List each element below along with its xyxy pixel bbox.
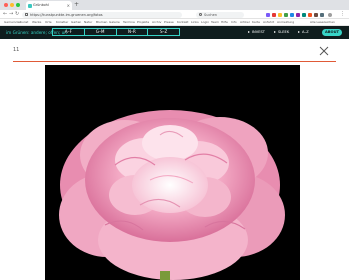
back-arrow-icon[interactable]: ← [3, 10, 7, 19]
letter-range-g-m[interactable]: G–M [85, 29, 117, 35]
letter-range-n-r[interactable]: N–R [117, 29, 149, 35]
bookmark-item[interactable]: Team [211, 19, 219, 26]
address-bar[interactable]: https://kunstpunkte-im-gruenen.org/fotos [22, 11, 182, 18]
extension-icon[interactable] [266, 12, 270, 17]
bookmark-item[interactable]: Info [231, 19, 237, 26]
browser-tab[interactable]: Grünkohl × [26, 1, 72, 10]
new-tab-icon[interactable]: + [74, 0, 79, 10]
bookmark-item[interactable]: Anfahrt [263, 19, 274, 26]
bookmark-item[interactable]: Künstler [56, 19, 68, 26]
extension-icon[interactable] [314, 12, 318, 17]
profile-avatar[interactable] [328, 12, 332, 17]
play-icon [298, 30, 300, 33]
az-label: A–Z [302, 29, 309, 34]
letter-range-nav: A–F G–M N–R S–Z [52, 28, 180, 36]
browser-menu-icon[interactable]: ⋮ [340, 10, 345, 19]
reload-icon[interactable]: ↻ [15, 10, 19, 19]
extension-icon[interactable] [308, 12, 312, 17]
peony-illustration [59, 110, 285, 280]
bookmark-item[interactable]: Galerie [109, 19, 120, 26]
bookmark-item[interactable]: Login [201, 19, 209, 26]
lock-icon [25, 13, 28, 16]
bookmark-item[interactable]: Karte [252, 19, 260, 26]
browser-search-input[interactable]: Suchen [196, 11, 244, 18]
extension-icon[interactable] [320, 12, 324, 17]
bookmark-item[interactable]: Natur [84, 19, 92, 26]
invest-label: INVEST [252, 29, 265, 34]
tab-favicon-icon [28, 3, 32, 8]
bookmark-item[interactable]: Presse [164, 19, 174, 26]
invest-button[interactable]: INVEST [248, 29, 265, 36]
bookmark-item[interactable]: Blumen [96, 19, 107, 26]
close-icon[interactable] [318, 45, 330, 57]
url-text: https://kunstpunkte-im-gruenen.org/fotos [30, 12, 103, 17]
play-icon [248, 30, 250, 33]
bookmark-item[interactable]: Alle Lesezeichen [310, 19, 335, 26]
bookmark-item[interactable]: Hilfe [221, 19, 228, 26]
search-placeholder: Suchen [204, 12, 217, 17]
bookmark-item[interactable]: Archiv [152, 19, 161, 26]
forward-arrow-icon[interactable]: → [9, 10, 13, 19]
letter-range-s-z[interactable]: S–Z [148, 29, 179, 35]
extension-icon[interactable] [302, 12, 306, 17]
extension-icon[interactable] [296, 12, 300, 17]
az-button[interactable]: A–Z [298, 29, 309, 36]
browser-toolbar: ← → ↻ https://kunstpunkte-im-gruenen.org… [0, 10, 349, 19]
bookmark-item[interactable]: Garten [71, 19, 81, 26]
bookmark-item[interactable]: Gemeinden [4, 19, 21, 26]
bookmark-item[interactable]: Links [191, 19, 199, 26]
extension-icon[interactable] [272, 12, 276, 17]
search-icon [199, 13, 202, 16]
browser-tabbar: Grünkohl × + [0, 0, 349, 10]
tab-close-icon[interactable]: × [67, 1, 70, 10]
sleek-label: SLEEK [278, 29, 290, 34]
window-zoom-dot[interactable] [16, 3, 20, 7]
tab-title: Grünkohl [33, 3, 49, 7]
header-divider [13, 61, 336, 62]
bookmark-item[interactable]: Termine [123, 19, 135, 26]
extension-icon[interactable] [278, 12, 282, 17]
bookmark-item[interactable]: Anmeldung [277, 19, 294, 26]
bookmark-item[interactable]: Projekte [137, 19, 149, 26]
page: Grünkohl × + ← → ↻ https://kunstpunkte-i… [0, 0, 349, 280]
bookmark-item[interactable]: Werke [32, 19, 41, 26]
peony-photo [45, 65, 300, 280]
window-close-dot[interactable] [4, 3, 8, 7]
site-navbar: im Grünen: andere; offen; un A–F G–M N–R… [0, 26, 349, 39]
bookmark-item[interactable]: Kunst [20, 19, 28, 26]
extension-icon[interactable] [284, 12, 288, 17]
bookmark-item[interactable]: Kontakt [177, 19, 188, 26]
window-minimize-dot[interactable] [10, 3, 14, 7]
sleek-button[interactable]: SLEEK [274, 29, 289, 36]
bookmark-item[interactable]: Artikel [240, 19, 250, 26]
play-icon [274, 30, 276, 33]
bookmark-item[interactable]: Orte [45, 19, 52, 26]
image-counter: 11 [13, 47, 20, 53]
letter-range-a-f[interactable]: A–F [53, 29, 85, 35]
extension-icon[interactable] [290, 12, 294, 17]
bookmarks-bar: Gemeinden Kunst Werke Orte Künstler Gart… [0, 19, 349, 26]
about-button[interactable]: ABOUT [322, 29, 342, 36]
